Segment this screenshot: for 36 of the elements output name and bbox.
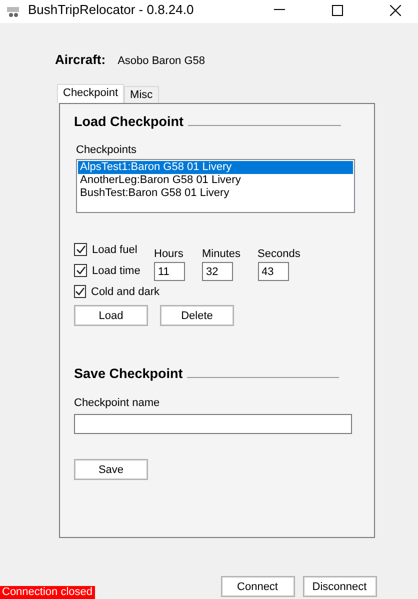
section-heading: Save Checkpoint [74,366,183,381]
checkbox[interactable] [74,264,87,277]
list-item[interactable]: AlpsTest1:Baron G58 01 Livery [78,161,353,174]
tab[interactable]: Checkpoint [57,84,124,103]
checkbox[interactable] [74,243,87,256]
checkbox-label: Load time [92,264,140,276]
field-label: Minutes [202,248,241,260]
checkpoint-list[interactable]: AlpsTest1:Baron G58 01 Livery AnotherLeg:Baron G58 01 Livery BushTest:Baron G58 01 Livery [76,159,355,213]
time-input[interactable]: 11 [154,262,185,281]
connection-button[interactable]: Connect [220,576,295,597]
save-button[interactable]: Save [74,459,148,480]
time-input[interactable]: 32 [202,262,233,281]
minimize-icon[interactable] [274,9,284,11]
connection-button[interactable]: Disconnect [302,576,377,597]
tab[interactable]: Misc [124,86,159,103]
list-item[interactable]: AnotherLeg:Baron G58 01 Livery [78,174,353,187]
checkbox-label: Load fuel [92,244,138,256]
checkbox-label: Cold and dark [91,286,160,298]
checkbox[interactable] [74,285,86,298]
aircraft-label: Aircraft: [55,52,106,67]
status-text: Connection closed [0,586,95,599]
action-button[interactable]: Delete [160,305,234,326]
list-item[interactable]: BushTest:Baron G58 01 Livery [78,187,353,200]
section-heading: Load Checkpoint [74,114,184,129]
aircraft-value: Asobo Baron G58 [118,55,206,67]
field-label: Checkpoints [76,144,138,156]
field-label: Seconds [258,248,300,260]
close-icon[interactable] [390,4,400,16]
maximize-icon[interactable] [332,4,342,16]
checkpoint-name-input[interactable] [74,414,352,434]
app-icon [6,5,22,19]
action-button[interactable]: Load [74,305,148,326]
field-label: Hours [154,248,184,260]
window-title: BushTripRelocator - 0.8.24.0 [28,2,195,17]
time-input[interactable]: 43 [258,262,289,281]
field-label: Checkpoint name [74,397,161,409]
